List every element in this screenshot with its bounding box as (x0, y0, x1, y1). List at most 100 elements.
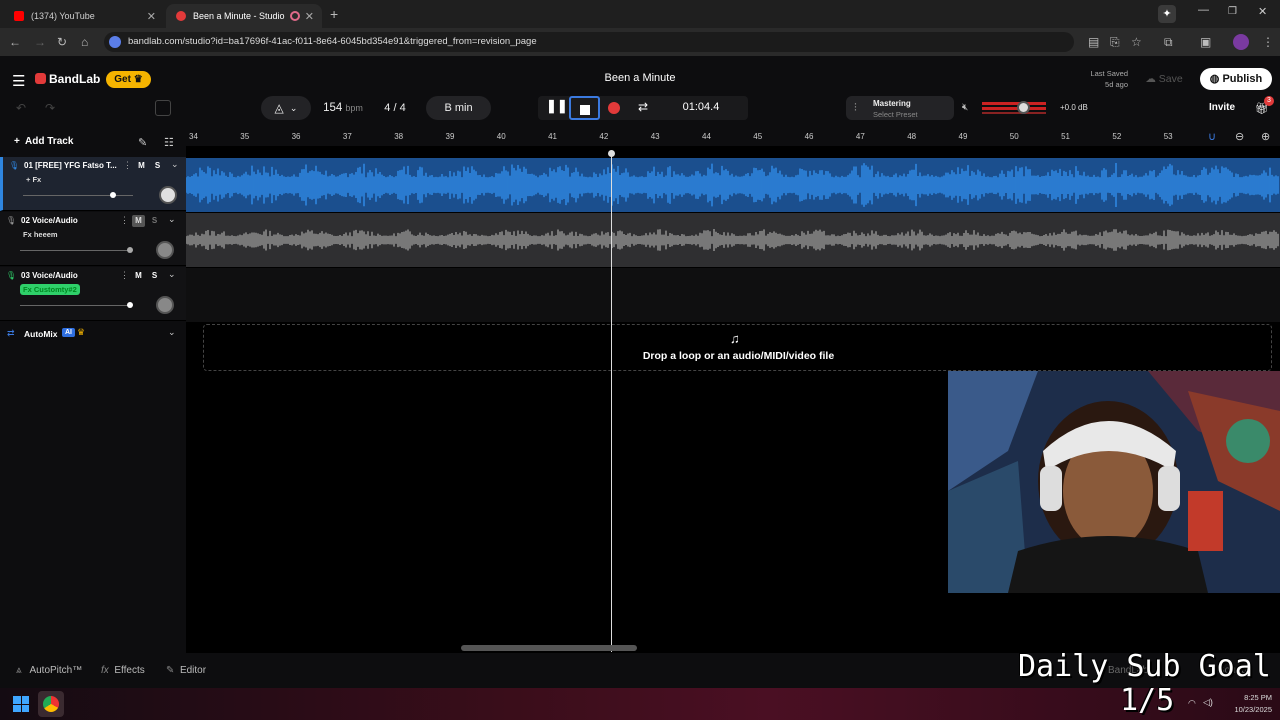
add-track-button[interactable]: + Add Track (14, 136, 73, 147)
chevron-down-icon[interactable]: ⌄ (171, 159, 179, 170)
fx-button[interactable]: Fx Customty#2 (20, 284, 80, 295)
playhead-handle[interactable] (608, 150, 615, 157)
minimize-icon[interactable]: — (1198, 4, 1209, 16)
close-tab-icon[interactable]: ✕ (305, 10, 314, 23)
playhead[interactable] (611, 152, 612, 652)
project-title[interactable]: Been a Minute (540, 72, 740, 84)
get-button[interactable]: Get ♛ (106, 71, 151, 88)
master-volume-slider[interactable] (982, 100, 1046, 116)
mute-button[interactable]: M (132, 215, 145, 227)
volume-slider[interactable] (20, 305, 130, 306)
fx-button[interactable]: + Fx (23, 174, 44, 185)
bookmark-star-icon[interactable]: ☆ (1131, 35, 1142, 49)
chevron-down-icon[interactable]: ⌄ (168, 327, 176, 338)
horizontal-scrollbar[interactable] (461, 645, 637, 651)
pencil-icon[interactable]: ✎ (138, 136, 147, 149)
volume-handle[interactable] (110, 192, 117, 198)
close-window-icon[interactable]: ✕ (1258, 5, 1267, 18)
close-tab-icon[interactable]: ✕ (147, 10, 156, 23)
tempo-field[interactable]: 154 bpm (313, 96, 373, 120)
pan-knob[interactable] (156, 296, 174, 314)
more-icon[interactable]: ⋮ (120, 215, 129, 226)
menu-icon[interactable]: ☰ (12, 72, 25, 90)
editor-button[interactable]: ✎ Editor (166, 665, 206, 676)
mute-button[interactable]: M (132, 270, 145, 282)
url-field[interactable]: bandlab.com/studio?id=ba17696f-41ac-f011… (104, 32, 1074, 52)
volume-handle[interactable] (127, 302, 133, 308)
metronome-button[interactable]: ◬ ⌄ (261, 96, 311, 120)
wifi-icon[interactable]: ◠ (1188, 698, 1196, 709)
undo-icon[interactable]: ↶ (16, 101, 26, 115)
windows-start-icon[interactable] (13, 696, 29, 712)
site-info-icon[interactable] (109, 36, 121, 48)
ruler-bar-label: 50 (1009, 132, 1019, 141)
gemini-icon[interactable]: ✦ (1158, 5, 1176, 23)
browser-menu-icon[interactable]: ⋮ (1262, 35, 1274, 49)
mastering-button[interactable]: ⫶ Mastering Select Preset (846, 96, 954, 120)
mute-button[interactable]: M (135, 160, 148, 172)
track-name[interactable]: 01 [FREE] YFG Fatso T... (24, 161, 117, 170)
audio-region-2[interactable] (185, 213, 1280, 267)
chrome-taskbar-button[interactable] (38, 691, 64, 717)
chevron-down-icon[interactable]: ⌄ (168, 214, 176, 225)
empty-lane-3[interactable] (186, 268, 1280, 322)
split-view-icon[interactable]: ▣ (1200, 35, 1211, 49)
volume-slider[interactable] (23, 195, 133, 196)
filter-icon[interactable]: ☷ (164, 136, 174, 149)
stop-button[interactable] (569, 96, 600, 120)
pause-icon[interactable]: ❚❚ (546, 98, 568, 118)
volume-slider[interactable] (20, 250, 130, 251)
track-header-2[interactable]: 🎙︎ 02 Voice/Audio ⋮ M S ⌄ Fx heeem (0, 212, 186, 266)
new-tab-icon[interactable]: + (330, 6, 338, 22)
forward-icon[interactable]: → (34, 35, 46, 49)
key-selector[interactable]: B min (426, 96, 491, 120)
loop-icon[interactable]: ⇄ (638, 100, 648, 114)
track-header-1[interactable]: 🎙︎ 01 [FREE] YFG Fatso T... ⋮ M S ⌄ + Fx (0, 157, 186, 211)
record-icon[interactable] (608, 102, 620, 114)
zoom-in-icon[interactable]: ⊕ (1261, 130, 1270, 143)
tab-youtube[interactable]: (1374) YouTube ✕ (4, 4, 164, 28)
reload-icon[interactable]: ↻ (57, 35, 67, 49)
volume-knob[interactable] (1016, 101, 1030, 114)
audio-region-1[interactable] (185, 158, 1280, 212)
more-icon[interactable]: ⋮ (123, 160, 132, 171)
solo-button[interactable]: S (148, 270, 161, 282)
drop-zone[interactable]: ♫ Drop a loop or an audio/MIDI/video fil… (203, 324, 1272, 371)
timeline-ruler[interactable]: 34 35 36 37 38 39 40 41 42 43 44 45 46 47 48 49 50 51 52 53… (186, 128, 1280, 146)
track-name[interactable]: 02 Voice/Audio (21, 216, 78, 225)
zoom-out-icon[interactable]: ⊖ (1235, 130, 1244, 143)
share-icon[interactable]: ⎘ (1110, 35, 1120, 50)
volume-icon[interactable]: ◁) (1203, 697, 1213, 708)
chevron-down-icon[interactable]: ⌄ (168, 269, 176, 280)
autopitch-button[interactable]: ⩓ AutoPitch™ (16, 665, 82, 676)
save-button[interactable]: ☁ Save (1140, 70, 1188, 88)
clock-time[interactable]: 8:25 PM (1220, 693, 1272, 702)
pan-knob[interactable] (159, 186, 177, 204)
track-name[interactable]: 03 Voice/Audio (21, 271, 78, 280)
clipboard-icon[interactable] (155, 100, 171, 116)
track-header-3[interactable]: 🎙︎ 03 Voice/Audio ⋮ M S ⌄ Fx Customty#2 (0, 267, 186, 321)
clock-date[interactable]: 10/23/2025 (1220, 705, 1272, 714)
magnet-icon[interactable]: ∪ (1208, 130, 1216, 143)
home-icon[interactable]: ⌂ (81, 35, 88, 49)
tab-studio[interactable]: Been a Minute - Studio ✕ (166, 4, 322, 28)
solo-button[interactable]: S (148, 215, 161, 227)
reader-mode-icon[interactable]: ▤ (1088, 35, 1099, 49)
invite-button[interactable]: Invite (1196, 102, 1248, 113)
solo-button[interactable]: S (151, 160, 164, 172)
publish-button[interactable]: ◍ Publish (1200, 68, 1272, 90)
time-signature[interactable]: 4 / 4 (374, 96, 416, 120)
effects-button[interactable]: fx Effects (101, 665, 145, 676)
restore-icon[interactable]: ❐ (1228, 6, 1237, 17)
redo-icon[interactable]: ↷ (45, 101, 55, 115)
pan-knob[interactable] (156, 241, 174, 259)
extensions-icon[interactable]: ⧉ (1164, 35, 1173, 50)
fx-button[interactable]: Fx heeem (20, 229, 61, 240)
more-icon[interactable]: ⋮ (120, 270, 129, 281)
profile-avatar[interactable] (1233, 34, 1249, 50)
back-icon[interactable]: ← (9, 35, 21, 49)
automix-row[interactable]: ⇄ AutoMix AI ♛ ⌄ (0, 324, 186, 346)
speaker-mute-icon[interactable]: 🔇︎ (962, 102, 968, 113)
ruler-bar-label: 34 (189, 132, 198, 141)
volume-handle[interactable] (127, 247, 133, 253)
